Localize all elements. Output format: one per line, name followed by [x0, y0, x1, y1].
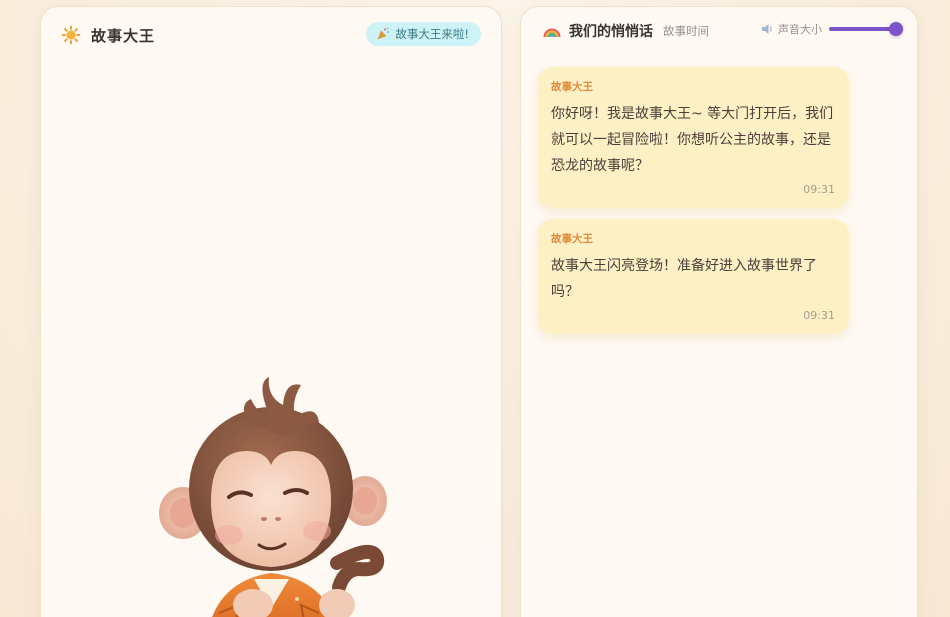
message-sender: 故事大王	[551, 81, 593, 93]
party-popper-icon	[377, 27, 390, 40]
sun-icon	[61, 25, 81, 45]
volume-control: 声音大小	[761, 21, 903, 37]
message-bubble: 故事大王 你好呀！我是故事大王~ 等大门打开后，我们就可以一起冒险啦！你想听公主…	[537, 67, 849, 208]
chat-panel-header: 我们的悄悄话 故事时间 声音大小	[521, 7, 917, 55]
message-text: 故事大王闪亮登场！准备好进入故事世界了吗？	[551, 258, 817, 300]
chat-panel-subtitle: 故事时间	[663, 24, 709, 38]
message-sender: 故事大王	[551, 233, 593, 245]
volume-label: 声音大小	[778, 23, 822, 36]
rainbow-icon	[543, 28, 561, 38]
message-time: 09:31	[803, 183, 835, 196]
volume-slider-thumb[interactable]	[889, 22, 903, 36]
status-badge: 故事大王来啦!	[366, 22, 481, 46]
story-panel-header: 故事大王 故事大王来啦!	[41, 7, 501, 63]
speaker-icon	[762, 24, 772, 34]
message-time: 09:31	[803, 309, 835, 322]
chat-panel-title: 我们的悄悄话	[569, 24, 653, 40]
story-panel-title: 故事大王	[91, 26, 156, 45]
message-bubble: 故事大王 故事大王闪亮登场！准备好进入故事世界了吗？ 09:31	[537, 219, 849, 334]
monkey-character-image	[159, 377, 387, 617]
status-badge-text: 故事大王来啦!	[395, 27, 469, 41]
message-list: 故事大王 你好呀！我是故事大王~ 等大门打开后，我们就可以一起冒险啦！你想听公主…	[537, 67, 849, 345]
story-panel: 故事大王 故事大王来啦!	[40, 6, 502, 617]
volume-slider[interactable]	[829, 22, 903, 36]
chat-panel: 我们的悄悄话 故事时间 声音大小 故事大王 你好呀！我是故事大王~ 等大门打开后…	[520, 6, 918, 617]
message-text: 你好呀！我是故事大王~ 等大门打开后，我们就可以一起冒险啦！你想听公主的故事，还…	[551, 106, 834, 174]
